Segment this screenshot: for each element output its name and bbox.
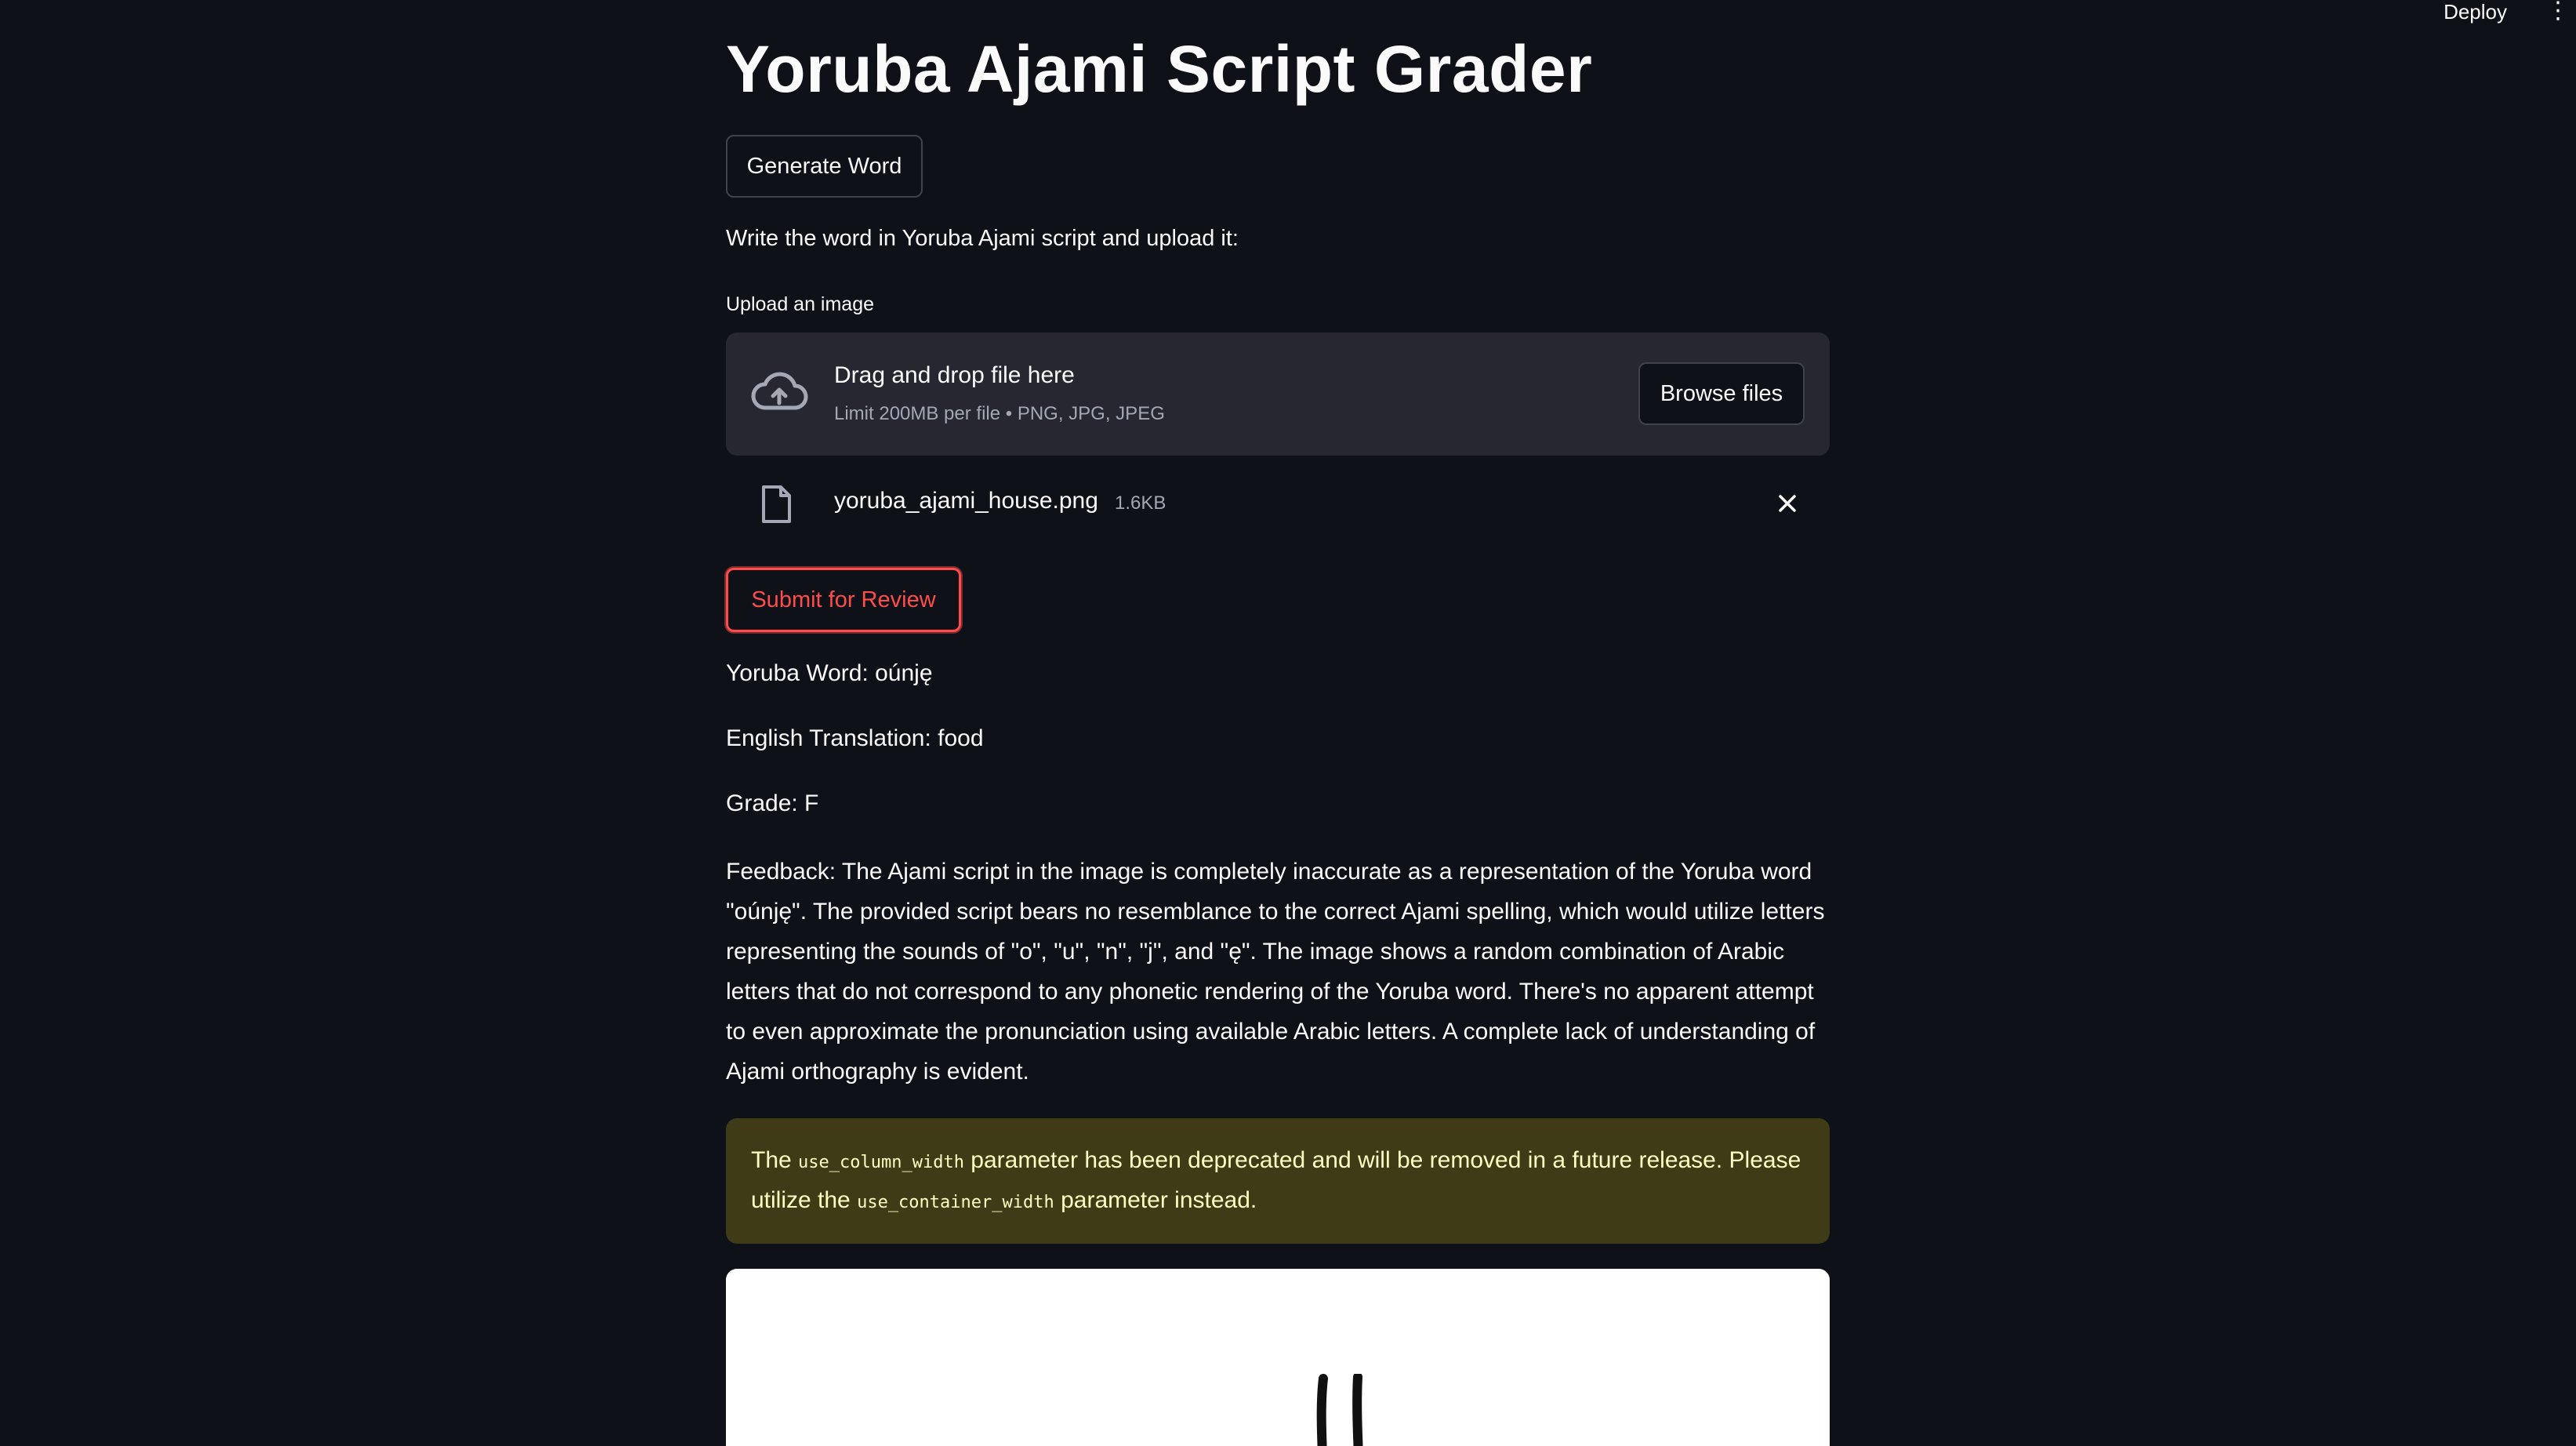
file-icon (762, 485, 791, 523)
dropzone-title: Drag and drop file here (834, 362, 1075, 388)
file-dropzone[interactable]: Drag and drop file here Limit 200MB per … (726, 332, 1830, 456)
handwritten-script-image (1316, 1374, 1363, 1446)
warning-code-old-param: use_column_width (798, 1153, 964, 1172)
deploy-button[interactable]: Deploy (2444, 0, 2507, 24)
generate-word-button[interactable]: Generate Word (726, 135, 923, 198)
instruction-text: Write the word in Yoruba Ajami script an… (726, 226, 1239, 251)
uploaded-file-name: yoruba_ajami_house.png (834, 488, 1098, 514)
result-translation: English Translation: food (726, 725, 984, 751)
dropzone-limit-text: Limit 200MB per file • PNG, JPG, JPEG (834, 403, 1165, 424)
uploaded-image-preview (726, 1269, 1830, 1446)
browse-files-button[interactable]: Browse files (1638, 362, 1805, 425)
result-feedback: Feedback: The Ajami script in the image … (726, 859, 1825, 1084)
deprecation-warning: The use_column_width parameter has been … (726, 1118, 1830, 1244)
more-vertical-icon[interactable]: ⋮ (2546, 0, 2570, 24)
uploaded-file-row: yoruba_ajami_house.png 1.6KB (726, 475, 1830, 533)
uploaded-file-size: 1.6KB (1115, 492, 1166, 514)
submit-for-review-button[interactable]: Submit for Review (726, 568, 961, 632)
upload-label: Upload an image (726, 293, 875, 315)
warning-text: parameter instead. (1054, 1187, 1257, 1213)
warning-code-new-param: use_container_width (857, 1193, 1054, 1212)
app-page: Deploy ⋮ Yoruba Ajami Script Grader Gene… (0, 0, 2576, 1446)
result-grade: Grade: F (726, 790, 819, 816)
result-word: Yoruba Word: oúnję (726, 660, 933, 686)
close-icon[interactable] (1772, 488, 1803, 519)
warning-text: The (751, 1147, 799, 1173)
cloud-upload-icon (751, 372, 808, 410)
page-title: Yoruba Ajami Script Grader (726, 32, 1593, 106)
